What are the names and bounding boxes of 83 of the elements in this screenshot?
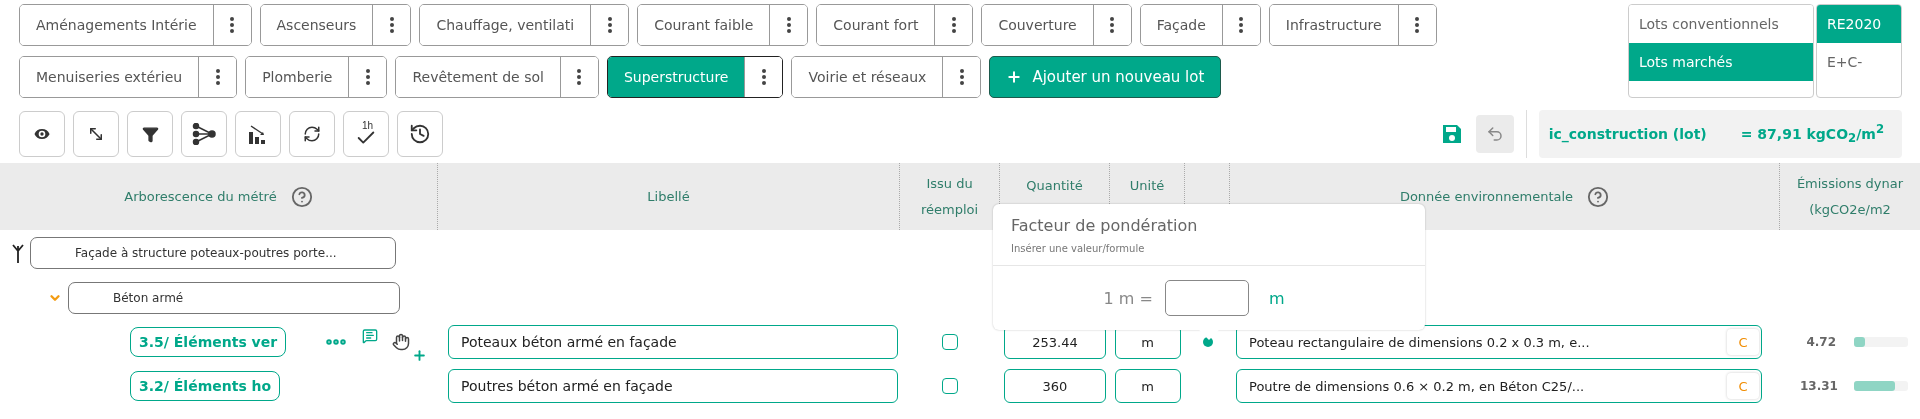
kebab-menu-icon bbox=[959, 69, 964, 85]
toolbar-button[interactable] bbox=[181, 111, 227, 157]
lot-tab[interactable]: Aménagements Intérie bbox=[19, 4, 252, 46]
formula-input[interactable] bbox=[1164, 280, 1249, 316]
emission-value: 13.31 bbox=[1800, 379, 1836, 393]
lot-tab[interactable]: Ascenseurs bbox=[259, 4, 412, 46]
kebab-menu-icon bbox=[389, 17, 394, 33]
lot-tab[interactable]: Façade bbox=[1139, 4, 1261, 46]
lot-tab[interactable]: Chauffage, ventilati bbox=[419, 4, 630, 46]
lot-menu-button[interactable] bbox=[372, 5, 411, 45]
hand-icon[interactable] bbox=[392, 333, 411, 351]
lot-tab[interactable]: Infrastructure bbox=[1268, 4, 1437, 46]
lot-menu-button[interactable] bbox=[1092, 5, 1131, 45]
popover-subtitle: Insérer une valeur/formule bbox=[1011, 243, 1146, 254]
lot-tab[interactable]: Menuiseries extérieu bbox=[19, 56, 238, 98]
kebab-menu-icon bbox=[761, 69, 766, 85]
category-badge: C bbox=[1727, 329, 1759, 355]
column-header: Émissions dynar (kgCO2e/m2 bbox=[1795, 174, 1905, 219]
tree-node[interactable]: Béton armé bbox=[68, 281, 400, 314]
lot-tab[interactable]: Voirie et réseaux bbox=[791, 56, 982, 98]
lot-menu-button[interactable] bbox=[744, 57, 783, 97]
quantity-field[interactable]: 360 bbox=[1004, 369, 1106, 403]
kebab-menu-icon bbox=[1239, 17, 1244, 33]
kebab-menu-icon bbox=[215, 69, 220, 85]
label-field[interactable]: Poutres béton armé en façade bbox=[448, 369, 898, 403]
lot-menu-button[interactable] bbox=[212, 5, 251, 45]
kebab-menu-icon bbox=[365, 69, 370, 85]
help-icon[interactable] bbox=[1587, 185, 1610, 208]
filter-icon bbox=[141, 125, 159, 143]
lot-menu-button[interactable] bbox=[942, 57, 981, 97]
expand-icon bbox=[87, 125, 105, 143]
reuse-checkbox[interactable] bbox=[942, 378, 958, 394]
unit-field[interactable]: m bbox=[1114, 369, 1181, 403]
toolbar-button[interactable] bbox=[127, 111, 173, 157]
history-icon bbox=[409, 123, 431, 145]
toolbar-button[interactable] bbox=[289, 111, 335, 157]
column-header: Libellé bbox=[438, 163, 900, 230]
environmental-data-field[interactable]: Poutre de dimensions 0.6 × 0.2 m, en Béton C25/... C bbox=[1236, 369, 1762, 403]
toolbar-button[interactable] bbox=[19, 111, 65, 157]
toolbar-button[interactable] bbox=[397, 111, 443, 157]
lot-tab[interactable]: Courant faible bbox=[637, 4, 809, 46]
hour-label: 1h bbox=[362, 120, 374, 131]
tree-branch-icon[interactable] bbox=[12, 242, 24, 263]
lot-menu-button[interactable] bbox=[590, 5, 629, 45]
undo-button[interactable] bbox=[1475, 115, 1514, 153]
lot-menu-button[interactable] bbox=[934, 5, 973, 45]
emission-value: 4.72 bbox=[1805, 335, 1836, 349]
formula-unit: m bbox=[1268, 288, 1285, 308]
lot-menu-button[interactable] bbox=[348, 57, 387, 97]
column-header: Arborescence du métré bbox=[0, 163, 438, 230]
toolbar-button[interactable] bbox=[235, 111, 281, 157]
lot-menu-button[interactable] bbox=[559, 57, 598, 97]
sync-icon bbox=[303, 125, 321, 143]
indicator-value: = 87,91 kgCO$_{2}$/m$^{2}$ bbox=[1740, 122, 1884, 146]
lot-menu-button[interactable] bbox=[769, 5, 808, 45]
kebab-menu-icon bbox=[577, 69, 582, 85]
tree-node[interactable]: Façade à structure poteaux-poutres porte... bbox=[30, 236, 396, 269]
indicator-label: ic_construction (lot) bbox=[1548, 126, 1707, 142]
environmental-data-text: Poteau rectangulaire de dimensions 0.2 x 0.3 m, e... bbox=[1249, 334, 1590, 350]
lot-tab[interactable]: Courant fort bbox=[816, 4, 974, 46]
kebab-menu-icon bbox=[1110, 17, 1115, 33]
kebab-menu-icon bbox=[1415, 17, 1420, 33]
kebab-menu-icon bbox=[951, 17, 956, 33]
kebab-menu-icon bbox=[230, 17, 234, 33]
lot-menu-button[interactable] bbox=[1397, 5, 1436, 45]
comment-icon[interactable] bbox=[362, 328, 379, 344]
category-badge: C bbox=[1727, 373, 1759, 399]
undo-icon bbox=[1485, 125, 1504, 143]
lot-tab[interactable]: Revêtement de sol bbox=[395, 56, 599, 98]
lot-tab[interactable]: Plomberie bbox=[245, 56, 388, 98]
formula-prefix: 1 m = bbox=[1103, 288, 1153, 308]
toolbar-button[interactable]: 1h bbox=[343, 111, 389, 157]
kebab-menu-icon bbox=[607, 17, 612, 33]
add-icon[interactable] bbox=[412, 348, 427, 363]
help-icon[interactable] bbox=[290, 185, 313, 208]
environmental-data-text: Poutre de dimensions 0.6 × 0.2 m, en Béton C25/... bbox=[1249, 378, 1585, 394]
branching-nodes-icon bbox=[192, 123, 216, 145]
reuse-checkbox[interactable] bbox=[942, 334, 958, 350]
kebab-menu-icon bbox=[786, 17, 791, 33]
label-field[interactable]: Poteaux béton armé en façade bbox=[448, 325, 898, 359]
lot-menu-button[interactable] bbox=[1221, 5, 1260, 45]
lot-tab[interactable]: Couverture bbox=[981, 4, 1132, 46]
lot-menu-button[interactable] bbox=[198, 57, 237, 97]
